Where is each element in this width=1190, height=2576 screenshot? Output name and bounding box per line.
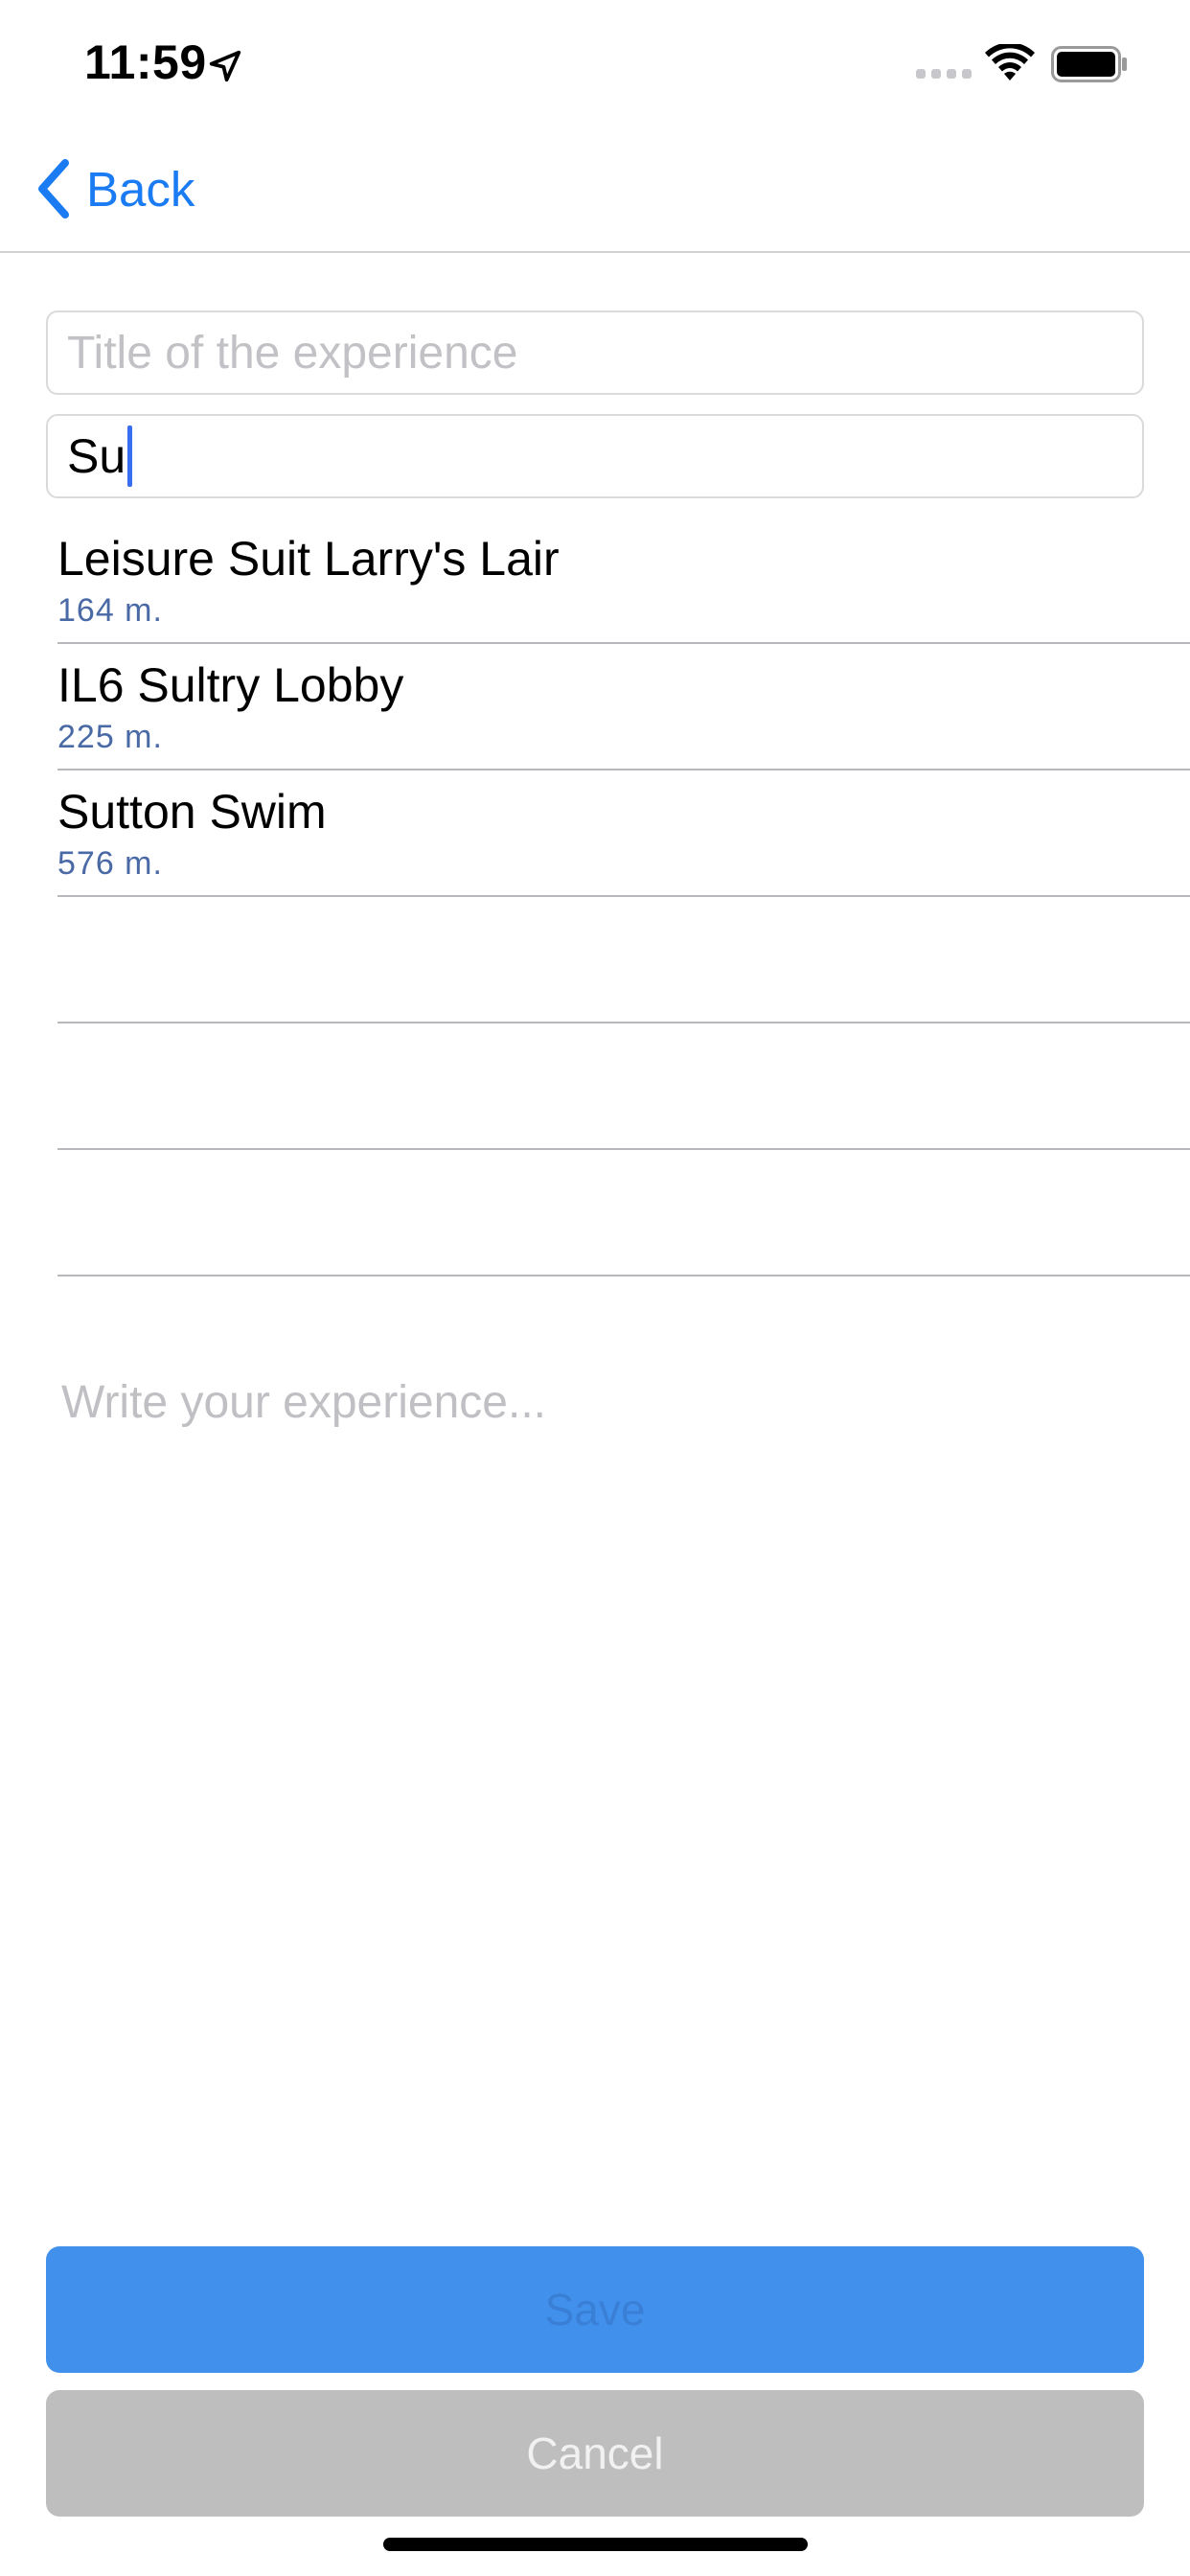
experience-title-input[interactable]: [48, 312, 1142, 393]
result-row-empty: [57, 897, 1190, 1024]
result-name: IL6 Sultry Lobby: [57, 658, 404, 712]
result-row[interactable]: Sutton Swim 576 m.: [57, 770, 1190, 897]
text-caret: [127, 426, 133, 487]
cancel-label: Cancel: [526, 2428, 664, 2478]
experience-body-field[interactable]: [50, 1361, 1142, 2185]
result-distance: 164 m.: [57, 592, 163, 629]
experience-body-input[interactable]: [50, 1361, 1142, 2185]
cellular-signal-icon: [916, 69, 972, 79]
result-row-empty: [57, 1150, 1190, 1276]
home-indicator[interactable]: [383, 2538, 808, 2551]
result-name: Leisure Suit Larry's Lair: [57, 532, 560, 586]
status-bar: 11:59: [0, 0, 1190, 126]
location-search-input[interactable]: Su: [67, 416, 133, 496]
chevron-left-icon: [38, 159, 69, 218]
cancel-button[interactable]: Cancel: [46, 2390, 1144, 2517]
location-arrow-icon: [209, 50, 241, 82]
location-search-value: Su: [67, 429, 126, 483]
save-label: Save: [544, 2285, 646, 2334]
back-button[interactable]: Back: [34, 155, 195, 222]
result-row[interactable]: IL6 Sultry Lobby 225 m.: [57, 644, 1190, 770]
location-search-field[interactable]: Su: [46, 414, 1144, 498]
location-results-list: Leisure Suit Larry's Lair 164 m. IL6 Sul…: [0, 518, 1190, 1276]
experience-title-field[interactable]: [46, 310, 1144, 395]
back-label: Back: [86, 161, 195, 217]
navigation-bar: Back: [0, 126, 1190, 253]
result-row[interactable]: Leisure Suit Larry's Lair 164 m.: [57, 518, 1190, 644]
battery-icon: [1051, 46, 1127, 82]
status-time: 11:59: [84, 35, 207, 89]
result-row-empty: [57, 1024, 1190, 1150]
save-button[interactable]: Save: [46, 2246, 1144, 2373]
result-name: Sutton Swim: [57, 785, 327, 839]
result-distance: 225 m.: [57, 719, 163, 755]
wifi-icon: [985, 44, 1035, 80]
result-distance: 576 m.: [57, 845, 163, 882]
